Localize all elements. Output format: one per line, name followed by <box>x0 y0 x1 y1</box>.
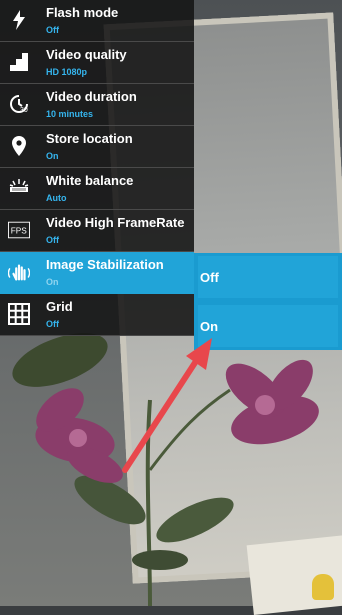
option-on[interactable]: On <box>198 305 338 347</box>
setting-title: Flash mode <box>46 5 119 20</box>
option-off[interactable]: Off <box>198 256 338 298</box>
grid-icon <box>8 303 30 325</box>
setting-video-quality[interactable]: Video quality HD 1080p <box>0 42 194 84</box>
setting-value: Auto <box>46 193 67 203</box>
setting-value: On <box>46 151 59 161</box>
fps-icon-text: FPS <box>11 227 28 236</box>
setting-title: Store location <box>46 131 133 146</box>
setting-store-location[interactable]: Store location On <box>0 126 194 168</box>
setting-grid[interactable]: Grid Off <box>0 294 194 336</box>
setting-image-stabilization[interactable]: Image Stabilization On <box>0 252 194 294</box>
setting-video-duration[interactable]: 30 Video duration 10 minutes <box>0 84 194 126</box>
video-quality-icon <box>8 51 30 73</box>
hand-stabilization-icon <box>8 261 30 283</box>
location-pin-icon <box>8 135 30 157</box>
setting-value: HD 1080p <box>46 67 88 77</box>
setting-title: White balance <box>46 173 134 188</box>
camera-settings-panel: Flash mode Off Video quality HD 1080p 30… <box>0 0 194 336</box>
setting-value: 10 minutes <box>46 109 94 119</box>
svg-text:30: 30 <box>20 107 28 114</box>
setting-title: Grid <box>46 299 73 314</box>
setting-value: On <box>46 277 59 287</box>
setting-white-balance[interactable]: White balance Auto <box>0 168 194 210</box>
flash-icon <box>8 9 30 31</box>
setting-title: Video High FrameRate <box>46 215 185 230</box>
setting-video-high-framerate[interactable]: FPS Video High FrameRate Off <box>0 210 194 252</box>
setting-value: Off <box>46 235 59 245</box>
white-balance-icon <box>8 177 30 199</box>
setting-title: Video quality <box>46 47 127 62</box>
setting-title: Video duration <box>46 89 137 104</box>
setting-value: Off <box>46 319 59 329</box>
setting-title: Image Stabilization <box>46 257 164 272</box>
setting-flash-mode[interactable]: Flash mode Off <box>0 0 194 42</box>
fps-icon: FPS <box>8 219 30 241</box>
yellow-figure <box>312 574 334 600</box>
timer-icon: 30 <box>8 93 30 115</box>
stabilization-options-dropdown: Off On <box>194 253 342 350</box>
setting-value: Off <box>46 25 59 35</box>
